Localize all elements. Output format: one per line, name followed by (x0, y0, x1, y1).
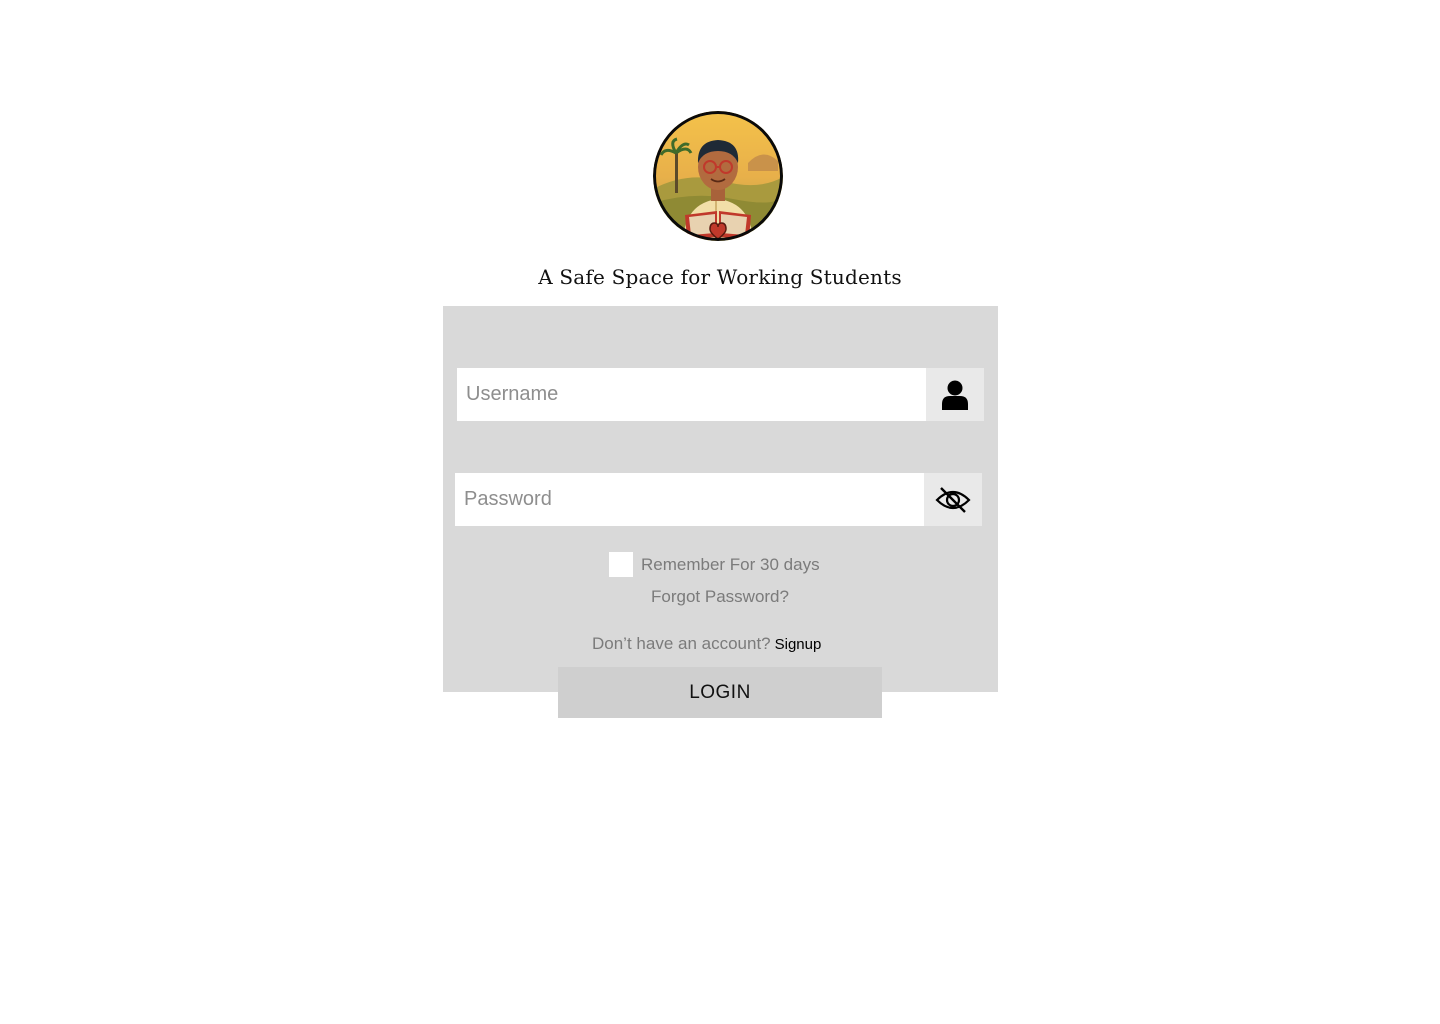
password-field-group (455, 473, 982, 526)
toggle-password-visibility-button[interactable] (924, 473, 982, 526)
password-input[interactable] (455, 473, 924, 526)
user-icon (942, 380, 968, 410)
remember-me-checkbox[interactable] (609, 552, 633, 577)
student-reading-book-logo-icon (653, 111, 783, 241)
username-field-group (457, 368, 984, 421)
app-logo (653, 111, 783, 241)
remember-me-label: Remember For 30 days (641, 554, 820, 574)
tagline: A Safe Space for Working Students (538, 265, 902, 289)
signup-prompt: Don’t have an account? (592, 634, 771, 653)
signup-link[interactable]: Signup (775, 636, 822, 653)
username-input[interactable] (457, 368, 926, 421)
login-button[interactable]: LOGIN (558, 667, 882, 718)
remember-me-row: Remember For 30 days (609, 552, 820, 577)
username-addon (926, 368, 984, 421)
signup-row: Don’t have an account? Signup (592, 634, 821, 654)
eye-slash-icon (935, 486, 971, 513)
forgot-password-link[interactable]: Forgot Password? (620, 587, 820, 607)
